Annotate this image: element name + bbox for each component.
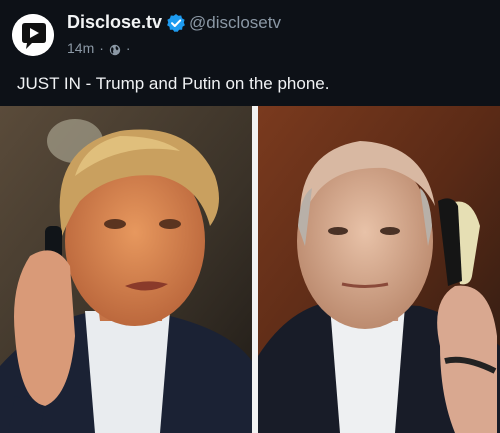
meta-separator: · — [99, 40, 104, 56]
man-on-phone-photo-left — [0, 106, 252, 433]
author-handle[interactable]: @disclosetv — [189, 13, 281, 32]
play-logo-icon[interactable] — [12, 14, 54, 56]
post-timestamp[interactable]: 14m — [67, 40, 94, 56]
man-on-phone-photo-right — [258, 106, 500, 433]
post-media[interactable] — [0, 106, 500, 433]
verified-badge-icon — [166, 13, 186, 33]
post-meta: 14m · · — [67, 40, 136, 56]
author-display-name[interactable]: Disclose.tv — [67, 12, 162, 32]
meta-separator-trailing: · — [125, 40, 131, 56]
post-text: JUST IN - Trump and Putin on the phone. — [17, 74, 330, 93]
post-header: Disclose.tv @disclosetv 14m · · JUST IN -… — [0, 0, 500, 93]
photo-divider — [252, 106, 258, 433]
globe-icon — [109, 43, 121, 56]
author-row: Disclose.tv @disclosetv — [67, 12, 281, 36]
